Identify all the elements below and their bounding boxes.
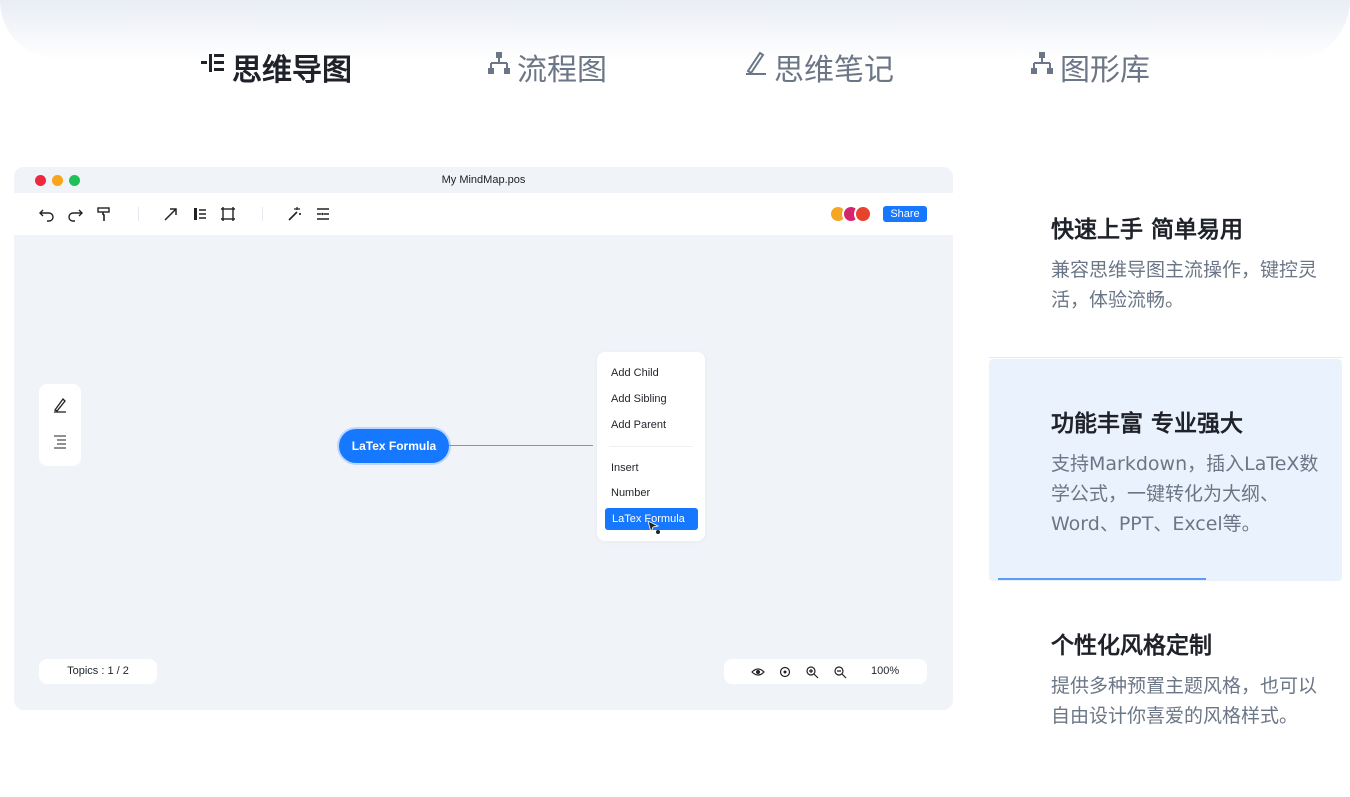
pen-icon xyxy=(742,49,770,85)
flowchart-icon xyxy=(485,49,513,85)
menu-item-insert[interactable]: Insert xyxy=(611,459,639,477)
topics-counter: Topics : 1 / 2 xyxy=(39,659,157,684)
menu-item-add-sibling[interactable]: Add Sibling xyxy=(611,390,667,408)
user-avatar[interactable] xyxy=(854,205,872,223)
tab-label: 思维笔记 xyxy=(774,53,894,88)
feature-description: 兼容思维导图主流操作，键控灵活，体验流畅。 xyxy=(1051,259,1318,311)
layout-icon[interactable] xyxy=(191,205,209,223)
outline-icon[interactable] xyxy=(314,205,332,223)
feature-title: 快速上手 简单易用 xyxy=(1051,217,1244,243)
feature-rich-functions[interactable]: 功能丰富 专业强大 支持Markdown，插入LaTeX数学公式，一键转化为大纲… xyxy=(989,359,1342,581)
flowchart-icon xyxy=(1028,49,1056,85)
tab-mindnotes[interactable]: 思维笔记 xyxy=(742,44,894,90)
context-menu: Add Child Add Sibling Add Parent Insert … xyxy=(597,352,705,541)
locate-icon[interactable] xyxy=(778,664,792,678)
toolbar-divider xyxy=(262,207,263,221)
left-tool-panel xyxy=(39,384,81,466)
magic-wand-icon[interactable] xyxy=(285,205,303,223)
arrow-icon[interactable] xyxy=(162,205,180,223)
share-button[interactable]: Share xyxy=(883,206,927,222)
list-icon[interactable] xyxy=(51,432,69,450)
product-tabs: 思维导图 流程图 思维笔记 图形库 xyxy=(0,44,1350,90)
format-painter-icon[interactable] xyxy=(95,205,113,223)
eye-icon[interactable] xyxy=(751,664,765,678)
tab-mindmap[interactable]: 思维导图 xyxy=(200,44,352,90)
redo-icon[interactable] xyxy=(66,205,84,223)
mouse-cursor-icon xyxy=(647,519,661,534)
menu-divider xyxy=(609,446,693,447)
feature-title: 功能丰富 专业强大 xyxy=(1051,411,1244,437)
tab-flowchart[interactable]: 流程图 xyxy=(485,44,607,90)
window-title: My MindMap.pos xyxy=(441,174,526,186)
feature-custom-style[interactable]: 个性化风格定制 提供多种预置主题风格，也可以自由设计你喜爱的风格样式。 xyxy=(989,600,1342,780)
tab-label: 流程图 xyxy=(517,53,607,88)
pen-icon[interactable] xyxy=(51,396,69,414)
zoom-out-icon[interactable] xyxy=(833,664,847,679)
feature-description: 支持Markdown，插入LaTeX数学公式，一键转化为大纲、Word、PPT、… xyxy=(1051,453,1319,535)
toolbar: Share xyxy=(14,193,953,235)
toolbar-divider xyxy=(138,207,139,221)
menu-item-add-parent[interactable]: Add Parent xyxy=(611,416,666,434)
app-window: My MindMap.pos Share LaTex Formula Add C… xyxy=(14,167,953,710)
feature-progress-bar xyxy=(998,578,1206,580)
zoom-controls: 100% xyxy=(724,659,927,684)
zoom-level[interactable]: 100% xyxy=(871,659,899,684)
undo-icon[interactable] xyxy=(38,205,56,223)
zoom-in-icon[interactable] xyxy=(805,664,819,679)
menu-item-number[interactable]: Number xyxy=(611,484,650,502)
tab-label: 图形库 xyxy=(1060,53,1150,88)
tab-label: 思维导图 xyxy=(232,53,352,88)
node-connector xyxy=(449,445,593,446)
feature-divider xyxy=(989,357,1342,358)
feature-title: 个性化风格定制 xyxy=(1051,633,1212,659)
tab-shape-library[interactable]: 图形库 xyxy=(1028,44,1150,90)
frame-icon[interactable] xyxy=(219,205,237,223)
feature-description: 提供多种预置主题风格，也可以自由设计你喜爱的风格样式。 xyxy=(1051,675,1318,727)
feature-quick-start[interactable]: 快速上手 简单易用 兼容思维导图主流操作，键控灵活，体验流畅。 xyxy=(989,195,1342,357)
mindmap-icon xyxy=(200,49,228,85)
root-topic-node[interactable]: LaTex Formula xyxy=(339,429,449,463)
menu-item-add-child[interactable]: Add Child xyxy=(611,364,659,382)
title-bar: My MindMap.pos xyxy=(14,167,953,193)
